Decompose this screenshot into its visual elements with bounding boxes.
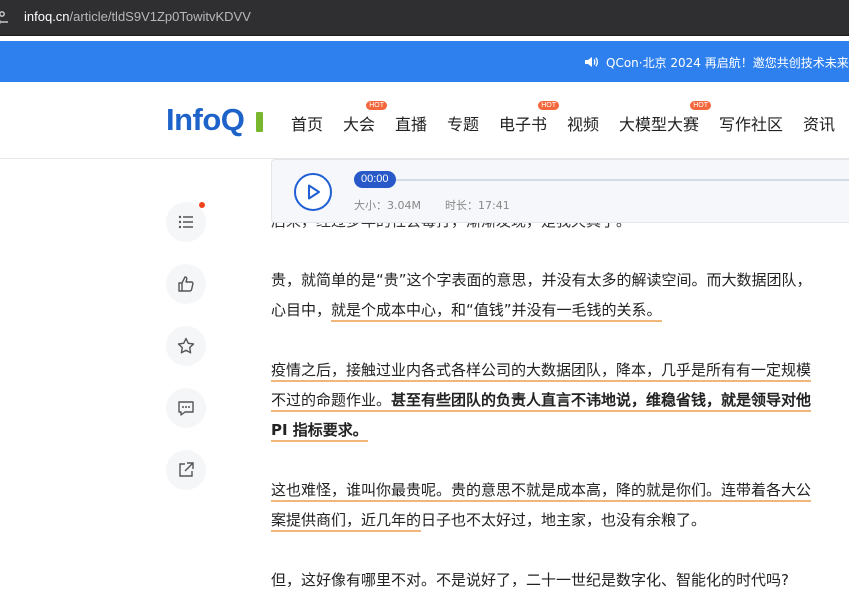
bold-underlined-text: PI 指标要求。 <box>271 421 368 442</box>
url-path: /article/tldS9V1Zp0TowitvKDVV <box>69 9 251 24</box>
nav-item-label: 写作社区 <box>719 115 784 134</box>
announcement-text[interactable]: QCon·北京 2024 再启航！邀您共创技术未来 <box>606 54 849 71</box>
nav-item-label: 资讯 <box>803 115 836 134</box>
duration: 时长：17:41 <box>445 199 510 212</box>
play-icon <box>308 184 320 200</box>
list-icon <box>178 215 193 229</box>
announcement-bar[interactable]: QCon·北京 2024 再启航！邀您共创技术未来 <box>0 41 849 82</box>
underlined-text: 就是个成本中心，和“值钱”并没有一毛钱的关系。 <box>331 301 662 322</box>
underlined-text: 疫情之后，接触过业内各式各样公司的大数据团队，降本，几乎是所有有一定规模 <box>271 361 812 382</box>
underlined-text: 这也难怪，谁叫你最贵呢。贵的意思不就是成本高，降的就是你们。连带着各大公 <box>271 481 812 502</box>
like-button[interactable] <box>166 264 206 304</box>
nav-item-home[interactable]: 首页 <box>291 111 323 135</box>
favorite-button[interactable] <box>166 326 206 366</box>
toc-button[interactable] <box>166 202 206 242</box>
top-navigation: InfoQ 首页 大会 HOT 直播 专题 电子书 HOT 视频 大模型大赛 HOT … <box>0 82 849 159</box>
nav-item-llm-contest[interactable]: 大模型大赛 HOT <box>619 101 712 135</box>
nav-item-label: 直播 <box>395 115 428 134</box>
nav-item-video[interactable]: 视频 <box>567 111 599 135</box>
speaker-icon <box>585 57 598 67</box>
file-size: 大小：3.04M <box>354 199 421 212</box>
logo-text: InfoQ <box>166 102 245 137</box>
bold-underlined-text: 甚至有些团队的负责人直言不讳地说，维稳省钱，就是领导对他 <box>391 391 812 412</box>
play-button[interactable] <box>294 173 332 211</box>
article-paragraph-line: 不过的命题作业。甚至有些团队的负责人直言不讳地说，维稳省钱，就是领导对他 <box>271 385 812 415</box>
nav-item-topics[interactable]: 专题 <box>447 111 479 135</box>
article-paragraph-line: 但，这好像有哪里不对。不是说好了，二十一世纪是数字化、智能化的时代吗? <box>271 571 789 589</box>
nav-item-label: 电子书 <box>499 115 548 134</box>
nav-item-label: 首页 <box>291 115 324 134</box>
article-paragraph-line: 疫情之后，接触过业内各式各样公司的大数据团队，降本，几乎是所有有一定规模 <box>271 355 812 385</box>
url-host: infoq.cn <box>24 9 70 24</box>
article-paragraph-line: 心目中，就是个成本中心，和“值钱”并没有一毛钱的关系。 <box>271 295 662 325</box>
star-icon <box>177 337 195 354</box>
browser-address-bar[interactable]: infoq.cn/article/tldS9V1Zp0TowitvKDVV <box>0 0 849 36</box>
nav-item-live[interactable]: 直播 <box>395 111 427 135</box>
url-text[interactable]: infoq.cn/article/tldS9V1Zp0TowitvKDVV <box>24 9 251 24</box>
nav-item-label: 视频 <box>567 115 600 134</box>
nav-item-label: 专题 <box>447 115 480 134</box>
hot-badge: HOT <box>366 101 388 110</box>
comment-icon <box>178 401 194 416</box>
nav-item-conference[interactable]: 大会 HOT <box>343 101 388 135</box>
article-paragraph-line: 这也难怪，谁叫你最贵呢。贵的意思不就是成本高，降的就是你们。连带着各大公 <box>271 475 812 505</box>
current-time[interactable]: 00:00 <box>354 171 396 188</box>
notification-dot <box>199 202 205 208</box>
nav-item-label: 大模型大赛 <box>619 115 700 134</box>
nav-item-label: 大会 <box>343 115 376 134</box>
hot-badge: HOT <box>538 101 560 110</box>
share-button[interactable] <box>166 450 206 490</box>
text-run: 日子也不太好过，地主家，也没有余粮了。 <box>421 511 707 529</box>
nav-item-ebooks[interactable]: 电子书 HOT <box>499 101 560 135</box>
article-paragraph-line: 贵，就简单的是“贵”这个字表面的意思，并没有太多的解读空间。而大数据团队， <box>271 271 812 289</box>
text-run: 心目中， <box>271 301 332 319</box>
underlined-text: 不过的命题作业。 <box>271 391 392 412</box>
thumbs-up-icon <box>178 276 194 292</box>
progress-track[interactable] <box>359 179 849 181</box>
hot-badge: HOT <box>690 101 712 110</box>
share-icon <box>179 462 194 477</box>
nav-item-news[interactable]: 资讯 <box>803 111 835 135</box>
article-paragraph-line: PI 指标要求。 <box>271 415 368 445</box>
logo-mark-icon <box>256 112 263 132</box>
nav-item-writing[interactable]: 写作社区 <box>719 111 783 135</box>
audio-player: 00:00 大小：3.04M 时长：17:41 <box>271 159 849 223</box>
article-paragraph-line: 案提供商们，近几年的日子也不太好过，地主家，也没有余粮了。 <box>271 505 706 535</box>
site-info-icon[interactable] <box>0 9 10 27</box>
comment-button[interactable] <box>166 388 206 428</box>
underlined-text: 案提供商们，近几年的 <box>271 511 422 532</box>
infoq-logo[interactable]: InfoQ <box>166 102 263 138</box>
